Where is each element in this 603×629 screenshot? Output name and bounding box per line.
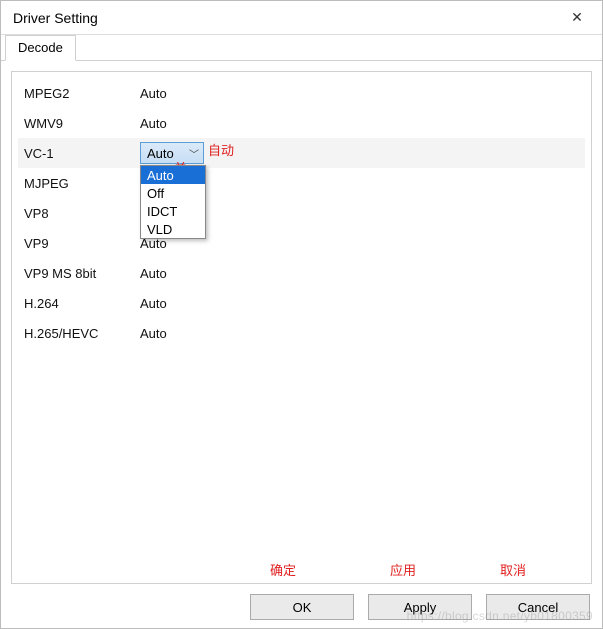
codec-value: Auto (140, 86, 167, 101)
codec-label: MJPEG (24, 176, 140, 191)
close-button[interactable]: ✕ (556, 3, 598, 33)
codec-row: VP9 Auto (18, 228, 585, 258)
vc1-select[interactable]: Auto ﹀ Auto Off IDCT VLD (140, 142, 204, 164)
codec-label: H.265/HEVC (24, 326, 140, 341)
window-title: Driver Setting (13, 10, 98, 26)
codec-row: H.265/HEVC Auto (18, 318, 585, 348)
codec-row-vc1: VC-1 Auto ﹀ Auto Off IDCT VLD (18, 138, 585, 168)
dropdown-option-vld[interactable]: VLD (141, 220, 205, 238)
codec-row: WMV9 Auto (18, 108, 585, 138)
codec-row: H.264 Auto (18, 288, 585, 318)
dialog-buttons: OK Apply Cancel (11, 584, 592, 622)
codec-label: H.264 (24, 296, 140, 311)
codec-value: Auto (140, 266, 167, 281)
dropdown-option-off[interactable]: Off (141, 184, 205, 202)
codec-value: Auto (140, 326, 167, 341)
codec-label: WMV9 (24, 116, 140, 131)
dropdown-option-idct[interactable]: IDCT (141, 202, 205, 220)
select-value: Auto (147, 146, 174, 161)
codec-value: Auto (140, 116, 167, 131)
cancel-button[interactable]: Cancel (486, 594, 590, 620)
annotation-ok: 确定 (270, 560, 296, 579)
codec-value: Auto (140, 296, 167, 311)
codec-label: VP9 MS 8bit (24, 266, 140, 281)
content-area: MPEG2 Auto WMV9 Auto VC-1 Auto ﹀ Auto Of… (1, 61, 602, 628)
annotation-apply: 应用 (390, 560, 416, 579)
codec-label: MPEG2 (24, 86, 140, 101)
apply-button[interactable]: Apply (368, 594, 472, 620)
codec-label: VP9 (24, 236, 140, 251)
ok-button[interactable]: OK (250, 594, 354, 620)
titlebar: Driver Setting ✕ (1, 1, 602, 35)
vc1-dropdown: Auto Off IDCT VLD (140, 165, 206, 239)
codec-row: MJPEG Auto (18, 168, 585, 198)
codec-row: VP9 MS 8bit Auto (18, 258, 585, 288)
codec-row: MPEG2 Auto (18, 78, 585, 108)
dropdown-option-auto[interactable]: Auto (141, 166, 205, 184)
chevron-down-icon: ﹀ (189, 146, 199, 161)
driver-setting-window: Driver Setting ✕ Decode MPEG2 Auto WMV9 … (0, 0, 603, 629)
codec-label: VP8 (24, 206, 140, 221)
tab-decode[interactable]: Decode (5, 35, 76, 61)
decode-panel: MPEG2 Auto WMV9 Auto VC-1 Auto ﹀ Auto Of… (11, 71, 592, 584)
codec-label: VC-1 (24, 146, 140, 161)
codec-row: VP8 Auto (18, 198, 585, 228)
annotation-cancel: 取消 (500, 560, 526, 579)
close-icon: ✕ (571, 9, 583, 26)
tabstrip: Decode (1, 35, 602, 61)
